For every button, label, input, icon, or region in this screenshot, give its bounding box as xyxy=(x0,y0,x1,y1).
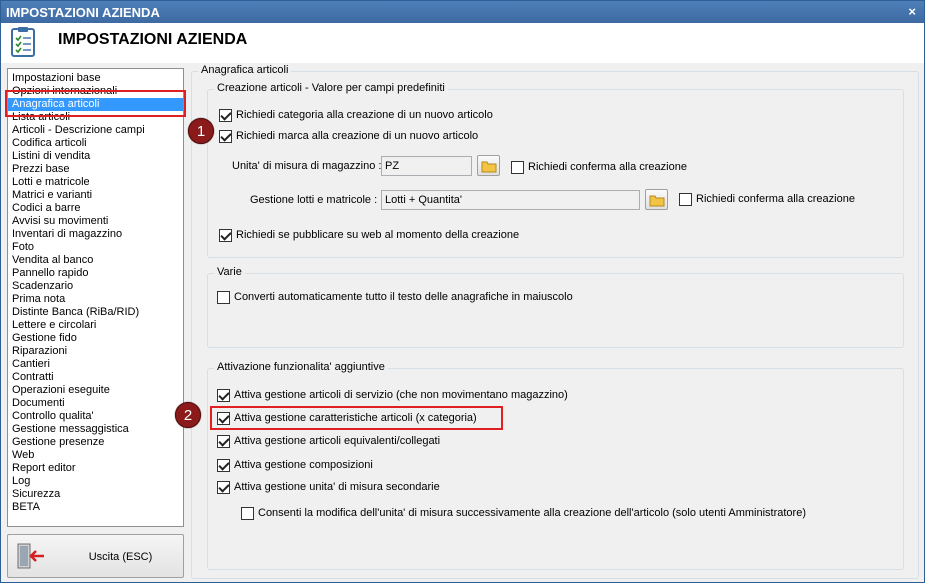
nav-item[interactable]: Matrici e varianti xyxy=(8,189,183,202)
nav-item[interactable]: Codifica articoli xyxy=(8,137,183,150)
page-title: IMPOSTAZIONI AZIENDA xyxy=(58,31,248,48)
nav-item[interactable]: Riparazioni xyxy=(8,345,183,358)
equivalents-row[interactable]: Attiva gestione articoli equivalenti/col… xyxy=(217,433,440,449)
features-group-title: Attivazione funzionalita' aggiuntive xyxy=(214,361,388,373)
service-items-label: Attiva gestione articoli di servizio (ch… xyxy=(234,389,568,401)
require-category-checkbox[interactable] xyxy=(219,108,232,122)
nav-item[interactable]: Avvisi su movimenti xyxy=(8,215,183,228)
equivalents-checkbox[interactable] xyxy=(217,434,230,448)
require-category-label: Richiedi categoria alla creazione di un … xyxy=(236,109,493,121)
nav-item[interactable]: Distinte Banca (RiBa/RID) xyxy=(8,306,183,319)
nav-item[interactable]: Gestione presenze xyxy=(8,436,183,449)
publish-web-row[interactable]: Richiedi se pubblicare su web al momento… xyxy=(219,227,519,243)
unit-confirm-label: Richiedi conferma alla creazione xyxy=(528,161,687,173)
unit-confirm-row[interactable]: Richiedi conferma alla creazione xyxy=(511,159,687,175)
close-icon[interactable]: × xyxy=(908,4,916,19)
require-brand-checkbox[interactable] xyxy=(219,129,232,143)
characteristics-label: Attiva gestione caratteristiche articoli… xyxy=(234,412,477,424)
nav-item[interactable]: Prezzi base xyxy=(8,163,183,176)
secondary-units-label: Attiva gestione unita' di misura seconda… xyxy=(234,481,440,493)
folder-icon xyxy=(481,161,497,173)
unit-label: Unita' di misura di magazzino : xyxy=(232,160,382,172)
misc-group: Varie xyxy=(207,266,904,348)
nav-item[interactable]: Gestione fido xyxy=(8,332,183,345)
equivalents-label: Attiva gestione articoli equivalenti/col… xyxy=(234,435,441,447)
uppercase-checkbox[interactable] xyxy=(217,290,230,304)
exit-button[interactable]: Uscita (ESC) xyxy=(7,534,184,578)
header-panel: IMPOSTAZIONI AZIENDA xyxy=(1,23,924,63)
step-badge-1: 1 xyxy=(188,118,214,144)
nav-item[interactable]: Controllo qualita' xyxy=(8,410,183,423)
unit-confirm-checkbox[interactable] xyxy=(511,160,524,174)
nav-item[interactable]: Opzioni internazionali xyxy=(8,85,183,98)
publish-web-checkbox[interactable] xyxy=(219,228,232,242)
nav-item[interactable]: BETA xyxy=(8,501,183,514)
nav-item[interactable]: Report editor xyxy=(8,462,183,475)
nav-item[interactable]: Anagrafica articoli xyxy=(8,98,183,111)
uppercase-row[interactable]: Converti automaticamente tutto il testo … xyxy=(217,289,573,305)
lots-input[interactable] xyxy=(381,190,640,210)
require-brand-row[interactable]: Richiedi marca alla creazione di un nuov… xyxy=(219,128,478,144)
secondary-units-checkbox[interactable] xyxy=(217,480,230,494)
nav-item[interactable]: Lettere e circolari xyxy=(8,319,183,332)
window-title: IMPOSTAZIONI AZIENDA xyxy=(6,5,160,20)
misc-group-title: Varie xyxy=(214,266,245,278)
allow-unit-change-checkbox[interactable] xyxy=(241,506,254,520)
characteristics-row[interactable]: Attiva gestione caratteristiche articoli… xyxy=(217,410,477,426)
nav-item[interactable]: Foto xyxy=(8,241,183,254)
nav-item[interactable]: Operazioni eseguite xyxy=(8,384,183,397)
nav-item[interactable]: Cantieri xyxy=(8,358,183,371)
nav-item[interactable]: Vendita al banco xyxy=(8,254,183,267)
nav-item[interactable]: Sicurezza xyxy=(8,488,183,501)
service-items-checkbox[interactable] xyxy=(217,388,230,402)
characteristics-checkbox[interactable] xyxy=(217,411,230,425)
lots-browse-button[interactable] xyxy=(645,189,668,210)
nav-item[interactable]: Lotti e matricole xyxy=(8,176,183,189)
secondary-units-row[interactable]: Attiva gestione unita' di misura seconda… xyxy=(217,479,440,495)
creation-group-title: Creazione articoli - Valore per campi pr… xyxy=(214,82,448,94)
compositions-row[interactable]: Attiva gestione composizioni xyxy=(217,457,373,473)
nav-item[interactable]: Prima nota xyxy=(8,293,183,306)
compositions-label: Attiva gestione composizioni xyxy=(234,459,373,471)
window-titlebar: IMPOSTAZIONI AZIENDA × xyxy=(1,1,924,23)
folder-icon xyxy=(649,195,665,207)
nav-item[interactable]: Documenti xyxy=(8,397,183,410)
group-title: Anagrafica articoli xyxy=(198,64,292,76)
lots-confirm-label: Richiedi conferma alla creazione xyxy=(696,193,855,205)
checklist-icon xyxy=(11,27,35,57)
lots-confirm-row[interactable]: Richiedi conferma alla creazione xyxy=(679,191,855,207)
lots-label: Gestione lotti e matricole : xyxy=(250,194,378,206)
uppercase-label: Converti automaticamente tutto il testo … xyxy=(234,291,573,303)
unit-browse-button[interactable] xyxy=(477,155,500,176)
nav-item[interactable]: Gestione messaggistica xyxy=(8,423,183,436)
lots-confirm-checkbox[interactable] xyxy=(679,192,692,206)
compositions-checkbox[interactable] xyxy=(217,458,230,472)
settings-nav-list[interactable]: Impostazioni base Opzioni internazionali A… xyxy=(7,68,184,527)
service-items-row[interactable]: Attiva gestione articoli di servizio (ch… xyxy=(217,387,568,403)
require-category-row[interactable]: Richiedi categoria alla creazione di un … xyxy=(219,107,493,123)
nav-item[interactable]: Articoli - Descrizione campi xyxy=(8,124,183,137)
require-brand-label: Richiedi marca alla creazione di un nuov… xyxy=(236,130,479,142)
allow-unit-change-label: Consenti la modifica dell'unita' di misu… xyxy=(258,507,806,519)
exit-button-label: Uscita (ESC) xyxy=(88,551,153,563)
allow-unit-change-row[interactable]: Consenti la modifica dell'unita' di misu… xyxy=(241,505,806,521)
publish-web-label: Richiedi se pubblicare su web al momento… xyxy=(236,229,520,241)
nav-item[interactable]: Listini di vendita xyxy=(8,150,183,163)
nav-item[interactable]: Scadenzario xyxy=(8,280,183,293)
step-badge-2: 2 xyxy=(175,402,201,428)
nav-item[interactable]: Codici a barre xyxy=(8,202,183,215)
nav-item[interactable]: Inventari di magazzino xyxy=(8,228,183,241)
nav-item[interactable]: Impostazioni base xyxy=(8,72,183,85)
unit-input[interactable] xyxy=(381,156,472,176)
nav-item[interactable]: Contratti xyxy=(8,371,183,384)
nav-item[interactable]: Pannello rapido xyxy=(8,267,183,280)
nav-item[interactable]: Web xyxy=(8,449,183,462)
nav-item[interactable]: Log xyxy=(8,475,183,488)
settings-window: IMPOSTAZIONI AZIENDA × IMPOSTAZIONI AZIE… xyxy=(0,0,925,583)
nav-item[interactable]: Lista articoli xyxy=(8,111,183,124)
